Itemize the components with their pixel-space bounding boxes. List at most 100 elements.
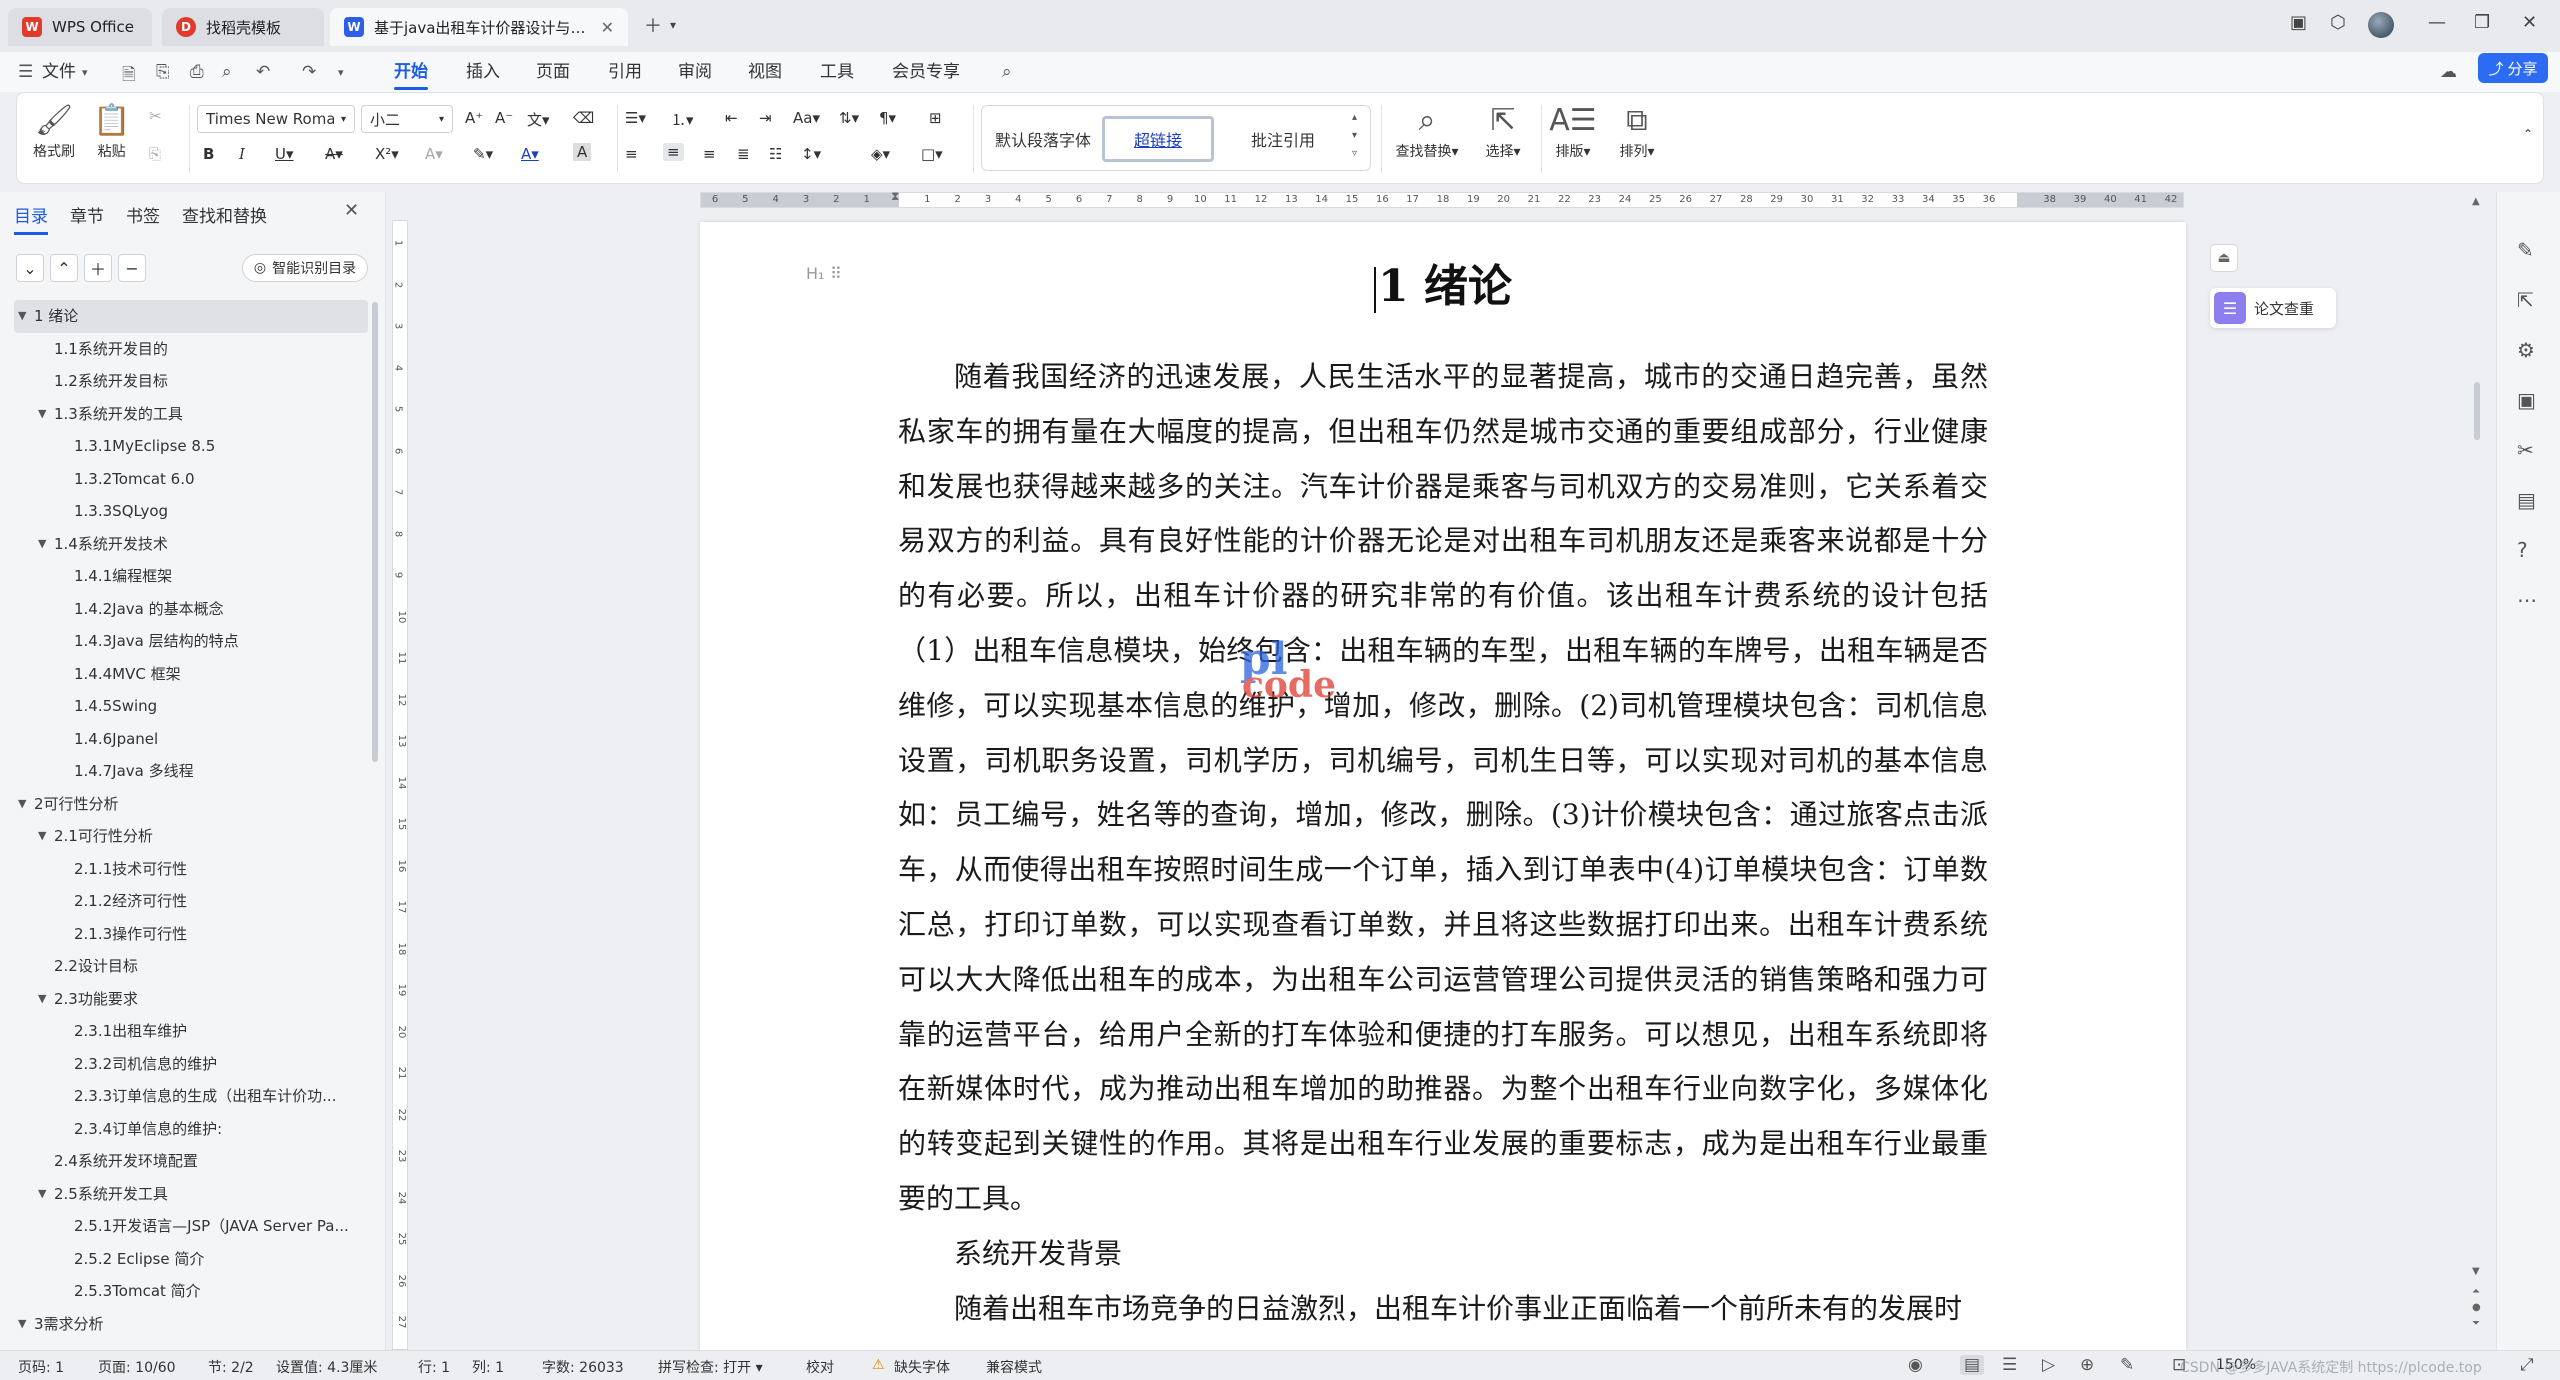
increase-font-icon[interactable]: A⁺ xyxy=(465,109,483,127)
tab-wps-office[interactable]: W WPS Office xyxy=(8,8,152,46)
highlight-icon[interactable]: ✎▾ xyxy=(473,145,493,163)
sort-icon[interactable]: ⇅▾ xyxy=(839,109,859,127)
collapse-ribbon-icon[interactable]: ⌃ xyxy=(2523,127,2533,141)
italic-icon[interactable]: I xyxy=(239,145,245,163)
tools-icon[interactable]: ✂ xyxy=(2517,438,2534,462)
menu-insert[interactable]: 插入 xyxy=(466,52,500,92)
paste-button[interactable]: 📋 粘贴 xyxy=(93,101,130,161)
select-browse-icon[interactable]: ● xyxy=(2472,1302,2481,1313)
cut-icon[interactable]: ✂ xyxy=(149,107,162,125)
toc-item[interactable]: ▼ 2.1可行性分析 xyxy=(14,820,368,853)
tab-template[interactable]: D 找稻壳模板 xyxy=(162,8,324,46)
print-preview-icon[interactable]: ⌕ xyxy=(222,62,232,82)
horizontal-ruler[interactable]: 6 5 4 3 2 1 1 2 3 4 5 6 7 8 9 10 11 12 13 14 15 16 17 18 19 20 21 2… xyxy=(700,189,2184,208)
document-heading[interactable]: 1 绪论 xyxy=(700,250,2186,314)
nav-tab-find-replace[interactable]: 查找和替换 xyxy=(182,202,267,227)
toc-item[interactable]: 1.4.5Swing xyxy=(14,690,368,723)
menu-review[interactable]: 审阅 xyxy=(678,52,712,92)
menu-member[interactable]: 会员专享 xyxy=(892,52,960,92)
save-icon[interactable]: 🗎 xyxy=(122,62,136,91)
search-icon[interactable]: ⌕ xyxy=(1002,62,1012,82)
numbered-list-icon[interactable]: ⒈▾ xyxy=(671,109,694,130)
document-page[interactable]: H₁ ⠿ 1 绪论 随着我国经济的迅速发展，人民生活水平的显著提高，城市的交通日… xyxy=(700,222,2186,1350)
change-case-icon[interactable]: Aa▾ xyxy=(793,109,820,127)
distributed-icon[interactable]: ☷ xyxy=(769,145,782,163)
print-icon[interactable]: ⎙ xyxy=(190,62,204,82)
menu-tools[interactable]: 工具 xyxy=(820,52,854,92)
expand-arrow-icon[interactable]: ▼ xyxy=(38,398,46,431)
toc-item[interactable]: 1.3.2Tomcat 6.0 xyxy=(14,463,368,496)
book-icon[interactable]: ▤ xyxy=(2517,488,2536,512)
page-view-icon[interactable]: ▤ xyxy=(1960,1355,1985,1375)
toc-item[interactable]: 2.5.2 Eclipse 简介 xyxy=(14,1243,368,1276)
justify-icon[interactable]: ≣ xyxy=(737,145,750,163)
line-spacing-icon[interactable]: ↕▾ xyxy=(801,145,821,163)
decrease-font-icon[interactable]: A⁻ xyxy=(495,109,513,127)
paper-check-button[interactable]: ☰ 论文查重 xyxy=(2210,288,2336,328)
font-name-select[interactable]: Times New Roman ▾ xyxy=(197,105,355,133)
tab-document[interactable]: W 基于java出租车计价器设计与实现... ✕ xyxy=(330,8,628,46)
play-icon[interactable]: ▷ xyxy=(2042,1355,2055,1375)
collapse-all-button[interactable]: ⌄ xyxy=(16,254,44,282)
cursor-icon[interactable]: ⇱ xyxy=(2517,288,2534,312)
word-count[interactable]: 字数: 26033 xyxy=(542,1357,624,1377)
toc-item[interactable]: 2.3.4订单信息的维护: xyxy=(14,1113,368,1146)
expand-arrow-icon[interactable]: ▼ xyxy=(38,820,46,853)
style-comment-ref[interactable]: 批注引用 xyxy=(1228,116,1338,162)
toc-item[interactable]: 1.2系统开发目标 xyxy=(14,365,368,398)
section-count[interactable]: 节: 2/2 xyxy=(208,1357,254,1377)
cloud-sync-icon[interactable]: ☁ xyxy=(2440,62,2457,82)
more-chevron-icon[interactable]: ▾ xyxy=(338,66,344,79)
toc-item[interactable]: 2.3.2司机信息的维护 xyxy=(14,1048,368,1081)
select-button[interactable]: ⇱ 选择▾ xyxy=(1463,101,1543,161)
toc-item[interactable]: 1.3.1MyEclipse 8.5 xyxy=(14,430,368,463)
web-view-icon[interactable]: ⊕ xyxy=(2080,1355,2094,1375)
increase-indent-icon[interactable]: ⇥ xyxy=(759,109,772,127)
expand-arrow-icon[interactable]: ▼ xyxy=(18,300,26,333)
char-shading-icon[interactable]: A xyxy=(573,143,592,161)
scroll-thumb[interactable] xyxy=(2474,382,2480,440)
scroll-down-icon[interactable]: ▼ xyxy=(2472,1266,2480,1277)
remove-heading-button[interactable]: − xyxy=(118,254,146,282)
redo-icon[interactable]: ↷ xyxy=(302,62,316,82)
toc-item[interactable]: 2.4系统开发环境配置 xyxy=(14,1145,368,1178)
toc-item[interactable]: 1.4.6Jpanel xyxy=(14,723,368,756)
undo-icon[interactable]: ↶ xyxy=(256,62,270,82)
chevron-down-icon[interactable]: ▾ xyxy=(82,66,88,79)
avatar[interactable] xyxy=(2368,12,2394,38)
body-paragraph[interactable]: 随着出租车市场竞争的日益激烈，出租车计价事业正面临着一个前所未有的发展时 xyxy=(898,1282,1988,1337)
toc-item[interactable]: ▼ 1.4系统开发技术 xyxy=(14,528,368,561)
document-body[interactable]: 随着我国经济的迅速发展，人民生活水平的显著提高，城市的交通日趋完善，虽然私家车的… xyxy=(898,350,1988,1336)
copy-icon[interactable]: ⎘ xyxy=(149,145,161,163)
prev-page-icon[interactable]: ⏶ xyxy=(2472,1286,2480,1297)
table-lines-icon[interactable]: ⊞ xyxy=(929,109,942,127)
toc-item[interactable]: ▼ 2可行性分析 xyxy=(14,788,368,821)
section-subheading[interactable]: 系统开发背景 xyxy=(898,1227,1988,1282)
toc-item[interactable]: 1.4.3Java 层结构的特点 xyxy=(14,625,368,658)
align-right-icon[interactable]: ≡ xyxy=(703,145,716,163)
phonetic-icon[interactable]: 文▾ xyxy=(527,109,550,130)
missing-font[interactable]: 缺失字体 xyxy=(894,1357,950,1377)
arrange-button[interactable]: ⧉ 排列▾ xyxy=(1597,101,1677,161)
nav-tab-chapters[interactable]: 章节 xyxy=(70,202,104,227)
toc-item[interactable]: 2.1.2经济可行性 xyxy=(14,885,368,918)
spell-check[interactable]: 拼写检查: 打开 ▾ xyxy=(658,1357,763,1377)
toc-item[interactable]: ▼ 2.5系统开发工具 xyxy=(14,1178,368,1211)
scroll-up-icon[interactable]: ▲ xyxy=(2472,196,2480,207)
toc-item[interactable]: 2.2设计目标 xyxy=(14,950,368,983)
pen-icon[interactable]: ✎ xyxy=(2517,238,2534,262)
collapse-panel-button[interactable]: ⏏ xyxy=(2210,244,2238,272)
toc-item[interactable]: 2.5.1开发语言—JSP（JAVA Server Pa... xyxy=(14,1210,368,1243)
menu-page[interactable]: 页面 xyxy=(536,52,570,92)
layout-icon[interactable]: ▣ xyxy=(2290,12,2307,33)
underline-icon[interactable]: U▾ xyxy=(275,145,294,163)
menu-home[interactable]: 开始 xyxy=(394,52,428,92)
font-color-icon[interactable]: A▾ xyxy=(521,145,539,163)
next-page-icon[interactable]: ⏷ xyxy=(2472,1318,2480,1329)
toc-item[interactable]: 1.1系统开发目的 xyxy=(14,333,368,366)
help-icon[interactable]: ? xyxy=(2517,538,2528,562)
strikethrough-icon[interactable]: A▾ xyxy=(325,145,343,163)
expand-arrow-icon[interactable]: ▼ xyxy=(38,983,46,1016)
expand-arrow-icon[interactable]: ▼ xyxy=(18,1308,26,1341)
chevron-down-icon[interactable]: ▾ xyxy=(670,18,676,32)
